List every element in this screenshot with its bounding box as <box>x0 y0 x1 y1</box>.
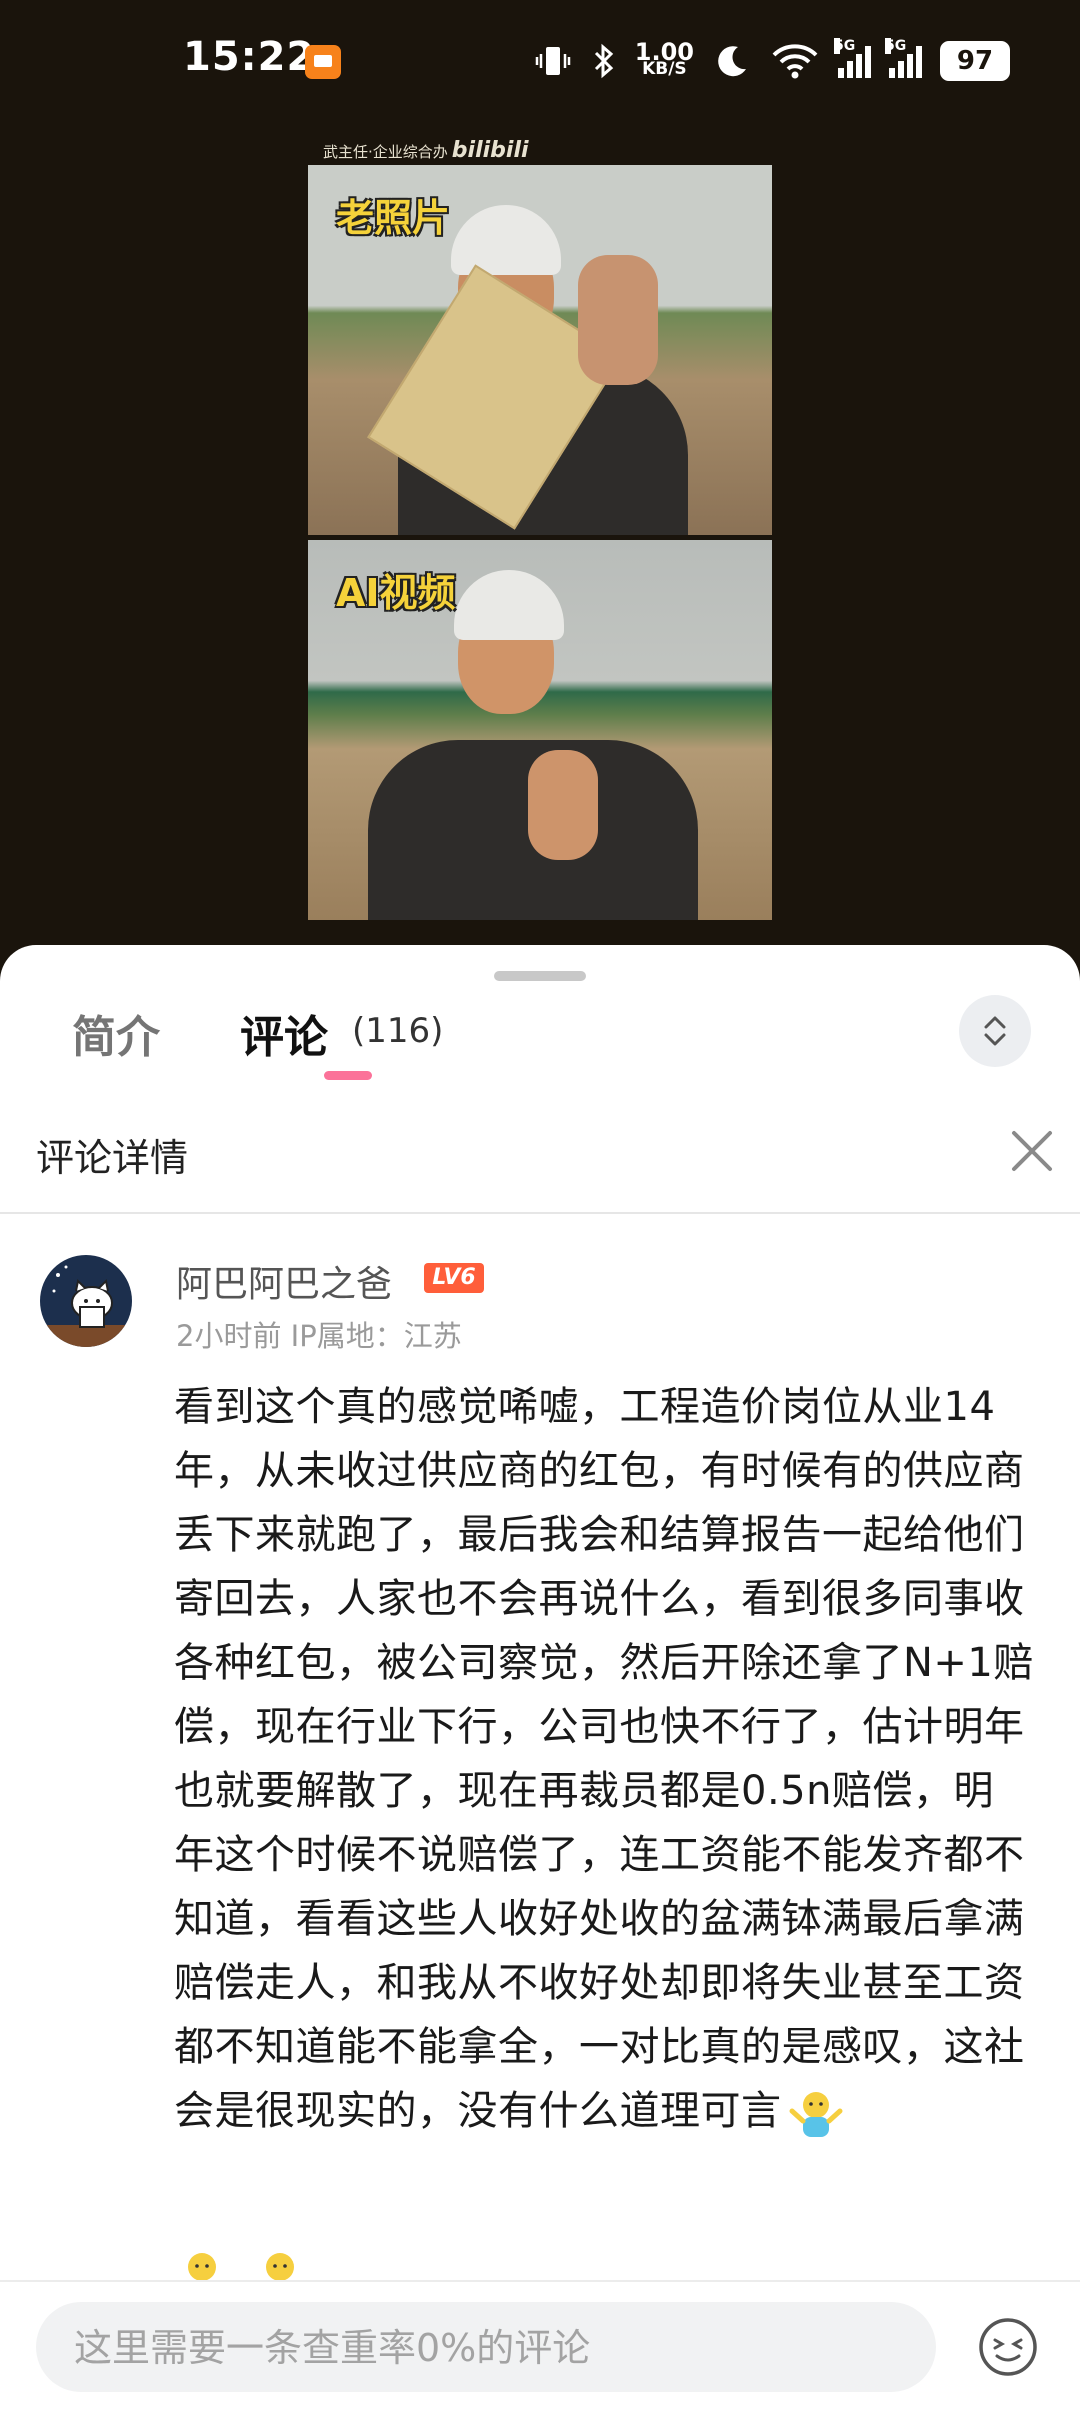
tab-comments[interactable]: 评论 <box>240 1001 328 1065</box>
comment-username[interactable]: 阿巴阿巴之爸 <box>176 1255 392 1307</box>
comment-time: 2小时前 <box>176 1319 282 1353</box>
wifi-icon <box>772 44 818 79</box>
tab-intro[interactable]: 简介 <box>72 1001 160 1065</box>
video-watermark: 武主任·企业综合办 bilibili <box>323 138 529 163</box>
frame-caption-top: 老照片 <box>336 196 451 240</box>
moon-icon <box>718 46 746 77</box>
level-badge: LV6 <box>424 1263 484 1293</box>
close-button[interactable] <box>1008 1127 1056 1175</box>
signal-icon-2: 5G <box>885 38 922 78</box>
comment-input-container[interactable] <box>36 2302 936 2394</box>
notification-app-icon <box>305 45 341 79</box>
cat-avatar-icon <box>40 1265 132 1347</box>
comment-detail-title: 评论详情 <box>36 1136 189 1180</box>
comment-ip: IP属地：江苏 <box>290 1319 462 1353</box>
signal-icon-1: 5G <box>834 38 871 78</box>
emoji-icon <box>266 2253 294 2281</box>
drag-handle[interactable] <box>494 971 586 981</box>
expand-collapse-button[interactable] <box>959 995 1031 1067</box>
bluetooth-icon <box>594 43 613 79</box>
comment-sheet: 简介 评论 (116) 评论详情 阿巴阿巴之爸 LV6 2小时前 IP属地：江苏… <box>0 945 1080 2414</box>
video-frame-old-photo: 老照片 <box>308 165 772 535</box>
vibrate-icon <box>535 47 571 75</box>
network-speed: 1.00 KB/S <box>634 38 694 79</box>
comment-meta: 2小时前 IP属地：江苏 <box>176 1313 462 1355</box>
emoji-row <box>174 2245 308 2285</box>
avatar[interactable] <box>40 1255 132 1347</box>
comment-input-bar <box>0 2280 1080 2414</box>
comments-count: (116) <box>352 1011 444 1051</box>
emoji-button[interactable] <box>977 2316 1039 2378</box>
close-icon <box>1012 1131 1052 1171</box>
status-time: 15:22 <box>183 34 316 80</box>
emoji-icon <box>188 2253 216 2281</box>
status-bar: 15:22 1.00 KB/S 5G 5G 97 <box>0 0 1080 120</box>
video-frame-ai-video: AI视频 <box>308 540 772 920</box>
frame-caption-bottom: AI视频 <box>336 571 456 615</box>
comment-body: 看到这个真的感觉唏嘘，工程造价岗位从业14年，从未收过供应商的红包，有时候有的供… <box>174 1375 1034 2275</box>
tab-active-indicator <box>324 1071 372 1080</box>
shrug-emoji-icon <box>789 2092 842 2137</box>
comment-input[interactable] <box>72 2302 896 2394</box>
chevron-up-down-icon <box>984 1016 1006 1046</box>
battery-icon: 97 <box>940 41 1010 81</box>
emoji-face-icon <box>979 2318 1037 2376</box>
system-icons: 1.00 KB/S 5G 5G 97 <box>533 36 1010 86</box>
divider <box>0 1212 1080 1214</box>
